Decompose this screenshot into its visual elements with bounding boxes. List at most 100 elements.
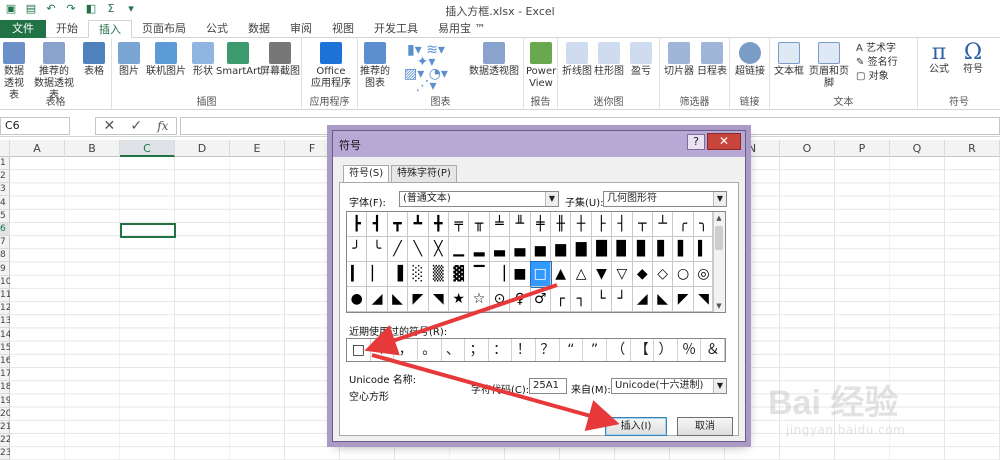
subset-select[interactable]: 几何图形符 ▼: [603, 191, 727, 207]
column-header-p[interactable]: P: [835, 140, 890, 157]
symbol-cell[interactable]: ▍: [693, 237, 715, 262]
symbol-cell[interactable]: ▊: [632, 237, 653, 262]
header-footer-button[interactable]: 页眉和页脚: [806, 42, 852, 90]
scroll-down-icon[interactable]: ▼: [713, 300, 725, 312]
symbol-cell[interactable]: ★: [449, 287, 470, 312]
column-header-c[interactable]: C: [120, 140, 175, 157]
symbol-cell[interactable]: ╳: [428, 237, 449, 262]
scroll-up-icon[interactable]: ▲: [713, 212, 725, 224]
symbol-cell[interactable]: △: [571, 262, 592, 287]
signature-line-button[interactable]: ✎ 签名行: [856, 56, 916, 70]
row-header-4[interactable]: 4: [0, 197, 10, 210]
symbol-cell[interactable]: ╲: [408, 237, 429, 262]
symbol-cell[interactable]: ▒: [428, 262, 449, 287]
symbol-cell[interactable]: ▇: [571, 237, 592, 262]
symbol-cell[interactable]: ▔: [469, 262, 490, 287]
confirm-entry-icon[interactable]: ✓: [130, 118, 142, 134]
symbol-cell[interactable]: ◥: [693, 287, 715, 312]
symbol-cell[interactable]: ◤: [408, 287, 429, 312]
recent-symbol-cell[interactable]: ％: [678, 339, 702, 361]
tab-view[interactable]: 视图: [322, 20, 364, 38]
font-select[interactable]: (普通文本) ▼: [399, 191, 559, 207]
row-header-15[interactable]: 15: [0, 342, 10, 355]
symbol-cell[interactable]: ╱: [387, 237, 409, 262]
help-button[interactable]: ?: [687, 134, 705, 150]
symbol-cell[interactable]: ┘: [612, 287, 633, 312]
recent-symbol-cell[interactable]: ？: [536, 339, 560, 361]
symbol-cell[interactable]: ░: [408, 262, 429, 287]
row-header-21[interactable]: 21: [0, 421, 10, 434]
symbol-cell[interactable]: ■: [510, 262, 531, 287]
row-header-17[interactable]: 17: [0, 368, 10, 382]
symbol-cell[interactable]: ▐: [387, 262, 409, 287]
symbol-cell[interactable]: ◢: [632, 287, 653, 312]
recent-symbol-cell[interactable]: （: [607, 339, 631, 361]
symbol-cell[interactable]: ▲: [551, 262, 572, 287]
symbol-cell[interactable]: ▏: [367, 262, 388, 287]
symbol-cell[interactable]: ┤: [612, 212, 633, 237]
row-header-5[interactable]: 5: [0, 210, 10, 223]
tab-data[interactable]: 数据: [238, 20, 280, 38]
symbol-cell[interactable]: ●: [347, 287, 368, 312]
symbol-cell[interactable]: ┣: [347, 212, 368, 237]
symbol-cell[interactable]: ▼: [591, 262, 613, 287]
charcode-input[interactable]: 25A1: [529, 378, 567, 394]
row-header-12[interactable]: 12: [0, 302, 10, 316]
recent-symbol-cell[interactable]: ”: [583, 339, 607, 361]
symbol-cell[interactable]: ▂: [469, 237, 490, 262]
recent-symbol-cell[interactable]: ，: [394, 339, 418, 361]
recent-symbol-cell[interactable]: ＆: [701, 339, 725, 361]
recent-symbol-cell[interactable]: ！: [512, 339, 536, 361]
wordart-button[interactable]: A 艺术字: [856, 42, 916, 56]
slicer-button[interactable]: 切片器: [664, 42, 694, 78]
row-header-11[interactable]: 11: [0, 289, 10, 302]
row-header-8[interactable]: 8: [0, 249, 10, 263]
chart-types-gallery[interactable]: ▮▾ ≋▾ ✦▾ ▨▾ ◔▾ ⋰▾: [396, 43, 456, 93]
recent-symbol-cell[interactable]: ；: [465, 339, 489, 361]
row-header-1[interactable]: 1: [0, 157, 10, 170]
symbol-cell[interactable]: ⊙: [489, 287, 511, 312]
cancel-entry-icon[interactable]: ✕: [104, 118, 116, 134]
recent-symbol-cell[interactable]: √: [371, 339, 395, 361]
name-box[interactable]: C6: [0, 117, 70, 135]
symbol-cell[interactable]: ▽: [612, 262, 633, 287]
power-view-button[interactable]: Power View: [526, 42, 556, 90]
symbol-cell[interactable]: □: [529, 261, 553, 288]
equation-button[interactable]: π 公式: [924, 42, 954, 76]
symbol-cell[interactable]: ☆: [469, 287, 490, 312]
from-select[interactable]: Unicode(十六进制) ▼: [611, 378, 727, 394]
symbol-cell[interactable]: ▎: [347, 262, 368, 287]
pictures-button[interactable]: 图片: [116, 42, 142, 78]
online-pictures-button[interactable]: 联机图片: [144, 42, 188, 78]
row-header-22[interactable]: 22: [0, 434, 10, 448]
symbol-cell[interactable]: ◇: [653, 262, 674, 287]
symbol-cell[interactable]: ╧: [489, 212, 511, 237]
close-button[interactable]: ✕: [707, 133, 741, 150]
column-header-r[interactable]: R: [945, 140, 1000, 157]
column-header-q[interactable]: Q: [890, 140, 945, 157]
hyperlink-button[interactable]: 超链接: [734, 42, 766, 78]
recent-symbol-cell[interactable]: 、: [442, 339, 466, 361]
symbol-cell[interactable]: ▆: [551, 237, 572, 262]
pivot-chart-button[interactable]: 数据透视图: [466, 42, 522, 78]
row-header-10[interactable]: 10: [0, 276, 10, 289]
symbol-cell[interactable]: ┌: [551, 287, 572, 312]
select-all-corner[interactable]: [0, 140, 10, 157]
symbol-cell[interactable]: ╤: [449, 212, 470, 237]
symbol-cell[interactable]: ┫: [367, 212, 388, 237]
recent-symbol-cell[interactable]: □: [347, 339, 371, 361]
symbol-cell[interactable]: ◤: [673, 287, 694, 312]
dialog-titlebar[interactable]: 符号 ? ✕: [333, 131, 745, 157]
symbol-cell[interactable]: ╋: [428, 212, 449, 237]
symbol-cell[interactable]: ▅: [530, 237, 551, 262]
symbol-cell[interactable]: ┳: [387, 212, 409, 237]
insert-function-icon[interactable]: fx: [157, 119, 168, 133]
column-header-e[interactable]: E: [230, 140, 285, 157]
row-header-9[interactable]: 9: [0, 263, 10, 276]
scroll-thumb[interactable]: [715, 226, 723, 250]
symbol-cell[interactable]: ▕: [489, 262, 511, 287]
row-header-2[interactable]: 2: [0, 170, 10, 184]
symbol-cell[interactable]: ╥: [469, 212, 490, 237]
symbol-cell[interactable]: ┬: [632, 212, 653, 237]
tab-file[interactable]: 文件: [0, 20, 46, 38]
